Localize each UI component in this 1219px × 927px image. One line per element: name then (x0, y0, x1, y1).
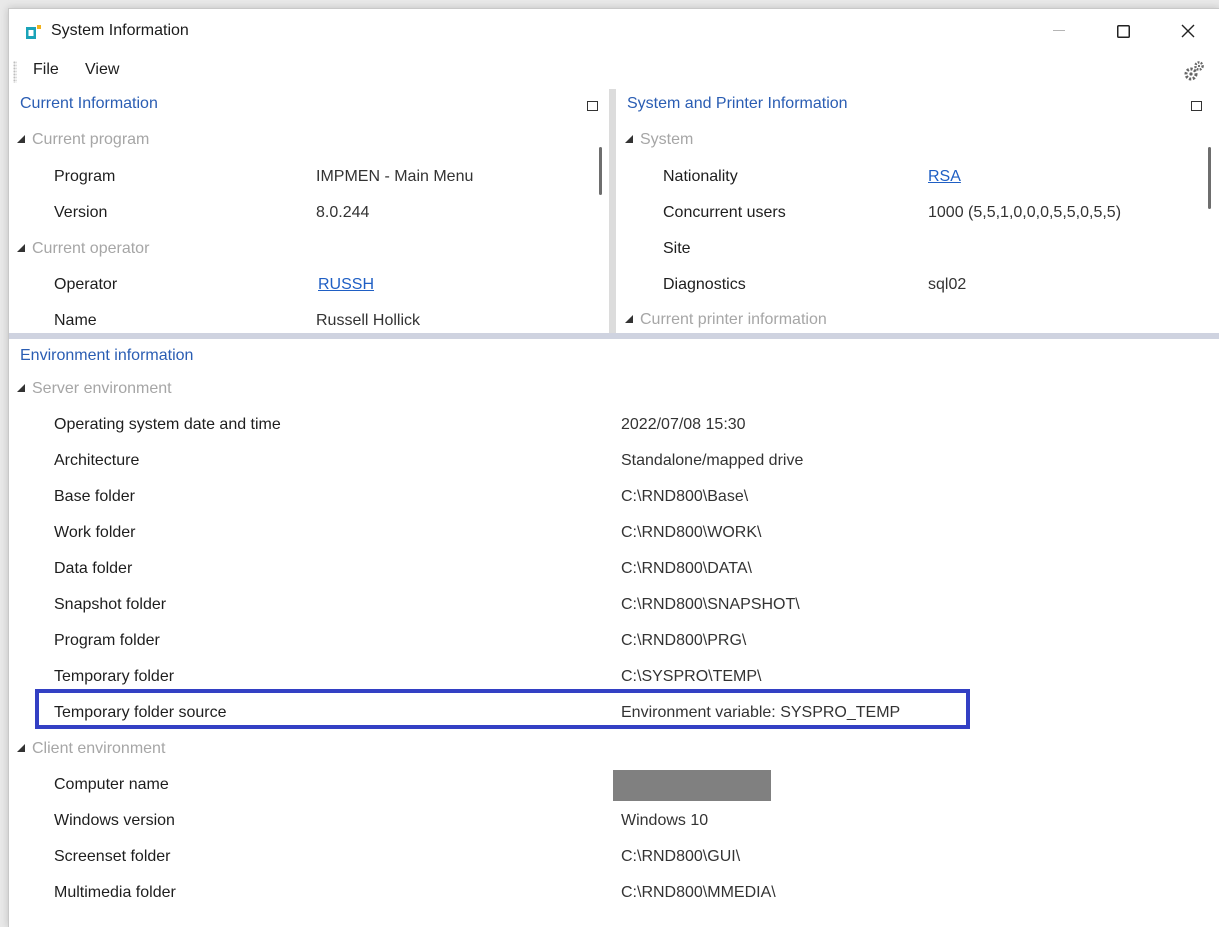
expand-triangle-icon (625, 135, 633, 143)
operator-label: Operator (54, 276, 118, 293)
concurrent-users-value: 1000 (5,5,1,0,0,0,5,5,0,5,5) (928, 204, 1122, 221)
work-folder-label: Work folder (54, 524, 136, 541)
os-date-time-label: Operating system date and time (54, 416, 281, 433)
title-bar[interactable]: System Information (9, 9, 1219, 53)
expand-triangle-icon (17, 135, 25, 143)
data-folder-label: Data folder (54, 560, 133, 577)
system-printer-header: System and Printer Information (627, 95, 848, 112)
group-current-operator[interactable]: Current operator (17, 240, 149, 258)
architecture-label: Architecture (54, 452, 140, 469)
minimize-icon (1053, 30, 1065, 31)
version-value: 8.0.244 (316, 204, 370, 221)
temporary-folder-label: Temporary folder (54, 668, 175, 685)
left-pane-scrollbar[interactable] (599, 147, 602, 195)
name-label: Name (54, 312, 97, 329)
app-icon (26, 25, 41, 39)
screenset-folder-value: C:\RND800\GUI\ (621, 848, 741, 865)
architecture-value: Standalone/mapped drive (621, 452, 804, 469)
close-icon (1181, 24, 1195, 38)
site-label: Site (663, 240, 691, 257)
gear-icon[interactable] (1182, 59, 1206, 83)
menu-file[interactable]: File (33, 61, 59, 79)
group-server-environment[interactable]: Server environment (17, 380, 172, 398)
screenset-folder-label: Screenset folder (54, 848, 171, 865)
snapshot-folder-value: C:\RND800\SNAPSHOT\ (621, 596, 800, 613)
system-information-window: System Information File View Current Inf… (8, 8, 1219, 927)
window-title: System Information (51, 22, 189, 39)
computer-name-redacted (613, 770, 771, 801)
horizontal-splitter[interactable] (9, 333, 1219, 339)
restore-icon[interactable] (1191, 101, 1202, 111)
nationality-link[interactable]: RSA (928, 168, 961, 186)
windows-version-value: Windows 10 (621, 812, 709, 829)
current-information-header: Current Information (20, 95, 158, 112)
program-value: IMPMEN - Main Menu (316, 168, 474, 185)
os-date-time-value: 2022/07/08 15:30 (621, 416, 746, 433)
menu-grip[interactable] (13, 61, 17, 83)
diagnostics-value: sql02 (928, 276, 967, 293)
group-system[interactable]: System (625, 131, 693, 149)
name-value: Russell Hollick (316, 312, 421, 329)
vertical-splitter[interactable] (609, 89, 616, 333)
work-folder-value: C:\RND800\WORK\ (621, 524, 762, 541)
highlight-box (35, 689, 970, 729)
close-button[interactable] (1164, 9, 1212, 53)
base-folder-value: C:\RND800\Base\ (621, 488, 749, 505)
diagnostics-label: Diagnostics (663, 276, 746, 293)
menu-view[interactable]: View (85, 61, 119, 79)
windows-version-label: Windows version (54, 812, 175, 829)
nationality-label: Nationality (663, 168, 738, 185)
environment-information-header: Environment information (20, 347, 194, 364)
expand-triangle-icon (17, 744, 25, 752)
program-folder-value: C:\RND800\PRG\ (621, 632, 747, 649)
data-folder-value: C:\RND800\DATA\ (621, 560, 752, 577)
program-folder-label: Program folder (54, 632, 160, 649)
group-current-program[interactable]: Current program (17, 131, 149, 149)
maximize-button[interactable] (1099, 9, 1147, 53)
expand-triangle-icon (625, 315, 633, 323)
group-client-environment[interactable]: Client environment (17, 740, 165, 758)
right-pane-scrollbar[interactable] (1208, 147, 1211, 209)
temporary-folder-value: C:\SYSPRO\TEMP\ (621, 668, 762, 685)
version-label: Version (54, 204, 108, 221)
program-label: Program (54, 168, 116, 185)
expand-triangle-icon (17, 244, 25, 252)
computer-name-label: Computer name (54, 776, 169, 793)
minimize-button[interactable] (1035, 9, 1083, 53)
multimedia-folder-value: C:\RND800\MMEDIA\ (621, 884, 776, 901)
concurrent-users-label: Concurrent users (663, 204, 786, 221)
maximize-icon (1116, 24, 1130, 38)
operator-link[interactable]: RUSSH (318, 276, 374, 294)
menu-bar: File View (9, 57, 1219, 85)
expand-triangle-icon (17, 384, 25, 392)
snapshot-folder-label: Snapshot folder (54, 596, 167, 613)
base-folder-label: Base folder (54, 488, 135, 505)
restore-icon[interactable] (587, 101, 598, 111)
multimedia-folder-label: Multimedia folder (54, 884, 176, 901)
group-current-printer[interactable]: Current printer information (625, 311, 827, 329)
